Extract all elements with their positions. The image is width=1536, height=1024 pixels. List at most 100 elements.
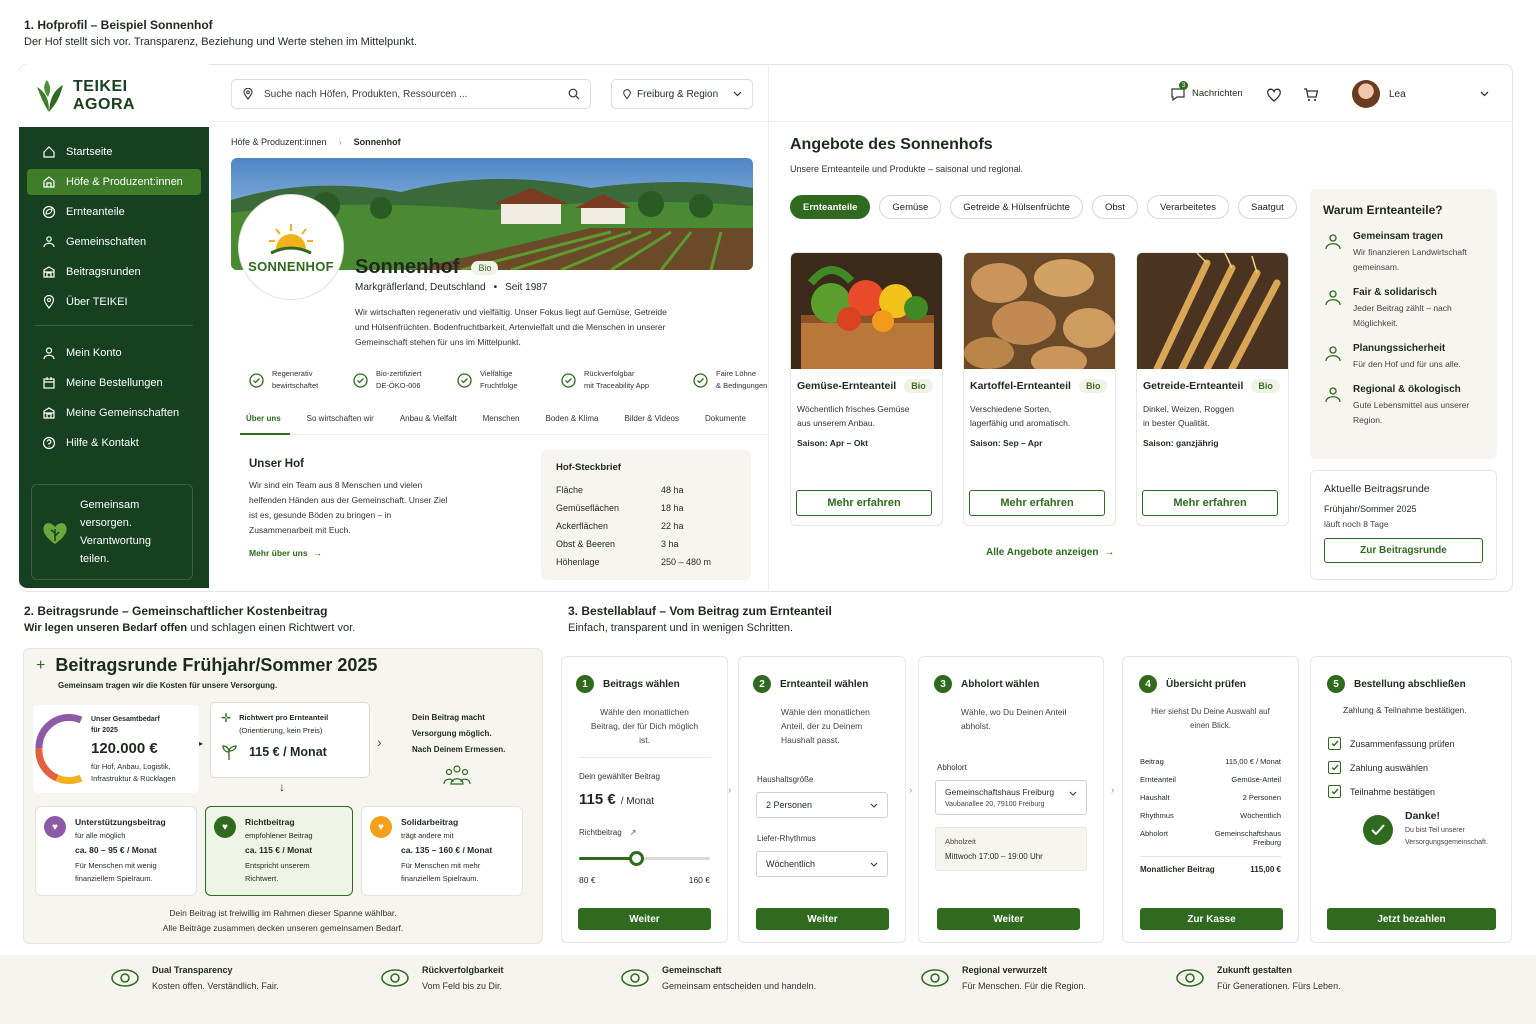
slider-thumb[interactable] [629,851,645,866]
filter-chip[interactable]: Saatgut [1238,195,1297,219]
checkbox-icon[interactable] [1328,737,1341,750]
place-value: Gemeinschaftshaus Freiburg [945,787,1055,797]
contribution-option[interactable]: ♥ Richtbeitrag empfohlener Beitrag ca. 115 … [205,806,353,896]
tab-item[interactable]: Über uns [240,414,294,423]
contribution-option[interactable]: ♥ Solidarbeitrag trägt andere mit ca. 135 –… [361,806,523,896]
map-pin-icon [1323,384,1343,428]
checklist-item[interactable]: Teilnahme bestätigen [1328,785,1511,798]
bio-badge: Bio [471,260,499,275]
more-info-button[interactable]: Mehr erfahren [796,490,932,516]
size-value: 2 Personen [766,800,813,810]
avatar [1352,80,1380,108]
offers-subtitle: Unsere Ernteanteile und Produkte – saiso… [790,164,1024,174]
tab-item[interactable]: Boden & Klima [533,414,612,423]
search-input[interactable]: Suche nach Höfen, Produkten, Ressourcen … [231,79,591,109]
sidebar-item[interactable]: Über TEIKEI [27,289,201,315]
people-icon [43,236,55,248]
rhythm-select[interactable]: Wöchentlich [756,851,888,877]
offer-card[interactable]: Kartoffel-Ernteanteil Bio Verschiedene Sor… [963,252,1116,526]
eye-icon [111,969,139,987]
about-link[interactable]: Mehr über uns → [249,548,469,558]
checkbox-icon[interactable] [1328,761,1341,774]
brand-line-2: AGORA [73,95,136,113]
sidebar-item-label: Startseite [66,146,113,158]
step-description: Hier siehst Du Deine Auswahl auf einen B… [1151,707,1270,730]
region-select[interactable]: Freiburg & Region [611,79,753,109]
next-button[interactable]: Weiter [578,908,711,930]
sidebar-item[interactable]: Meine Bestellungen [27,370,201,396]
user-menu[interactable]: Lea [1352,80,1406,108]
filter-chip[interactable]: Verarbeitetes [1147,195,1230,219]
pay-now-button[interactable]: Jetzt bezahlen [1327,908,1496,930]
sidebar-item[interactable]: Beitragsrunden [27,259,201,285]
tab-item[interactable]: Anbau & Vielfalt [387,414,470,423]
checkbox-icon[interactable] [1328,785,1341,798]
offer-card[interactable]: Getreide-Ernteanteil Bio Dinkel, Weizen, R… [1136,252,1289,526]
tab-item[interactable]: Menschen [470,414,533,423]
why-item-text: Wir finanzieren Landwirtschaft gemeinsam… [1353,247,1467,272]
footer-list: Dual Transparency Kosten offen. Verständl… [110,965,1395,991]
sidebar-item[interactable]: Gemeinschaften [27,229,201,255]
arrow-right-icon: → [1104,547,1115,558]
footer-value-text: Für Menschen. Für die Region. [962,981,1087,991]
checklist-item[interactable]: Zahlung auswählen [1328,761,1511,774]
checklist-label: Zusammenfassung prüfen [1350,738,1455,749]
to-round-button[interactable]: Zur Beitragsrunde [1324,538,1483,563]
step-description: Zahlung & Teilnahme bestätigen. [1343,705,1467,715]
heart-icon[interactable] [1266,87,1282,102]
step-4-card: 4 Übersicht prüfen Hier siehst Du Deine A… [1122,656,1299,943]
round-subtitle: Gemeinsam tragen wir die Kosten für unse… [58,681,278,690]
sparkle-icon: ✛ [221,711,232,725]
next-button[interactable]: Weiter [756,908,889,930]
sidebar-nav-main: Startseite Höfe & Produzent:innen Ernteant… [19,139,209,315]
household-size-select[interactable]: 2 Personen [756,792,888,818]
sidebar-item[interactable]: Höfe & Produzent:innen [27,169,201,195]
next-button[interactable]: Weiter [937,908,1080,930]
current-round-box: Aktuelle Beitragsrunde Frühjahr/Sommer 2… [1310,470,1497,580]
order-summary: Beitrag 115,00 € / Monat Ernteanteil Gemüse… [1140,757,1281,847]
filter-chip[interactable]: Obst [1091,195,1139,219]
contribution-slider[interactable] [579,851,710,866]
sidebar-item[interactable]: Meine Gemeinschaften [27,400,201,426]
bio-badge: Bio [1251,379,1280,393]
offer-card[interactable]: Gemüse-Ernteanteil Bio Wöchentlich frische… [790,252,943,526]
cart-icon[interactable] [1303,87,1319,102]
feature-text: Regenerativ bewirtschaftet [272,369,319,390]
chevron-down-icon[interactable] [1480,91,1489,97]
need-label: Unser Gesamtbedarf [91,715,160,723]
filter-chip[interactable]: Ernteanteile [790,195,871,219]
more-info-button[interactable]: Mehr erfahren [969,490,1105,516]
sidebar-item[interactable]: Startseite [27,139,201,165]
offer-season: Saison: ganzjährig [1143,438,1219,448]
more-info-button[interactable]: Mehr erfahren [1142,490,1278,516]
tab-item[interactable]: Bilder & Videos [611,414,692,423]
filter-chip[interactable]: Gemüse [879,195,942,219]
user-name: Lea [1389,88,1406,100]
breadcrumb-parent[interactable]: Höfe & Produzent:innen [231,137,327,147]
sidebar-item-label: Über TEIKEI [66,296,128,308]
pickup-place-select[interactable]: Gemeinschaftshaus Freiburg Vaubanallee 2… [935,780,1087,815]
filter-chip[interactable]: Getreide & Hülsenfrüchte [950,195,1083,219]
footer-value-text: Vom Feld bis zu Dir. [422,981,503,991]
farm-since: Seit 1987 [505,282,548,293]
tab-item[interactable]: Dokumente [692,414,759,423]
checklist-item[interactable]: Zusammenfassung prüfen [1328,737,1511,750]
all-offers-label: Alle Angebote anzeigen [986,547,1099,558]
sprout-icon [381,969,409,987]
leaf-icon [42,205,56,219]
sidebar-item[interactable]: Mein Konto [27,340,201,366]
group-icon [1323,231,1343,275]
sidebar-item[interactable]: Ernteanteile [27,199,201,225]
all-offers-link[interactable]: Alle Angebote anzeigen → [986,547,1114,558]
contribution-option[interactable]: ♥ Unterstützungsbeitrag für alle möglich ca… [35,806,197,896]
home-icon [43,146,55,158]
farm-meta: Markgräflerland, Deutschland • Seit 1987 [355,282,548,293]
sidebar-item[interactable]: Hilfe & Kontakt [27,430,201,456]
tab-item[interactable]: So wirtschaften wir [294,414,387,423]
brand-logo[interactable]: TEIKEI AGORA [19,64,209,127]
checkout-button[interactable]: Zur Kasse [1140,908,1283,930]
chevron-right-icon: › [909,785,913,796]
option-detail: finanziellem Spielraum. [75,874,153,883]
search-icon[interactable] [568,88,580,100]
messages-button[interactable]: 3 Nachrichten [1170,81,1243,101]
